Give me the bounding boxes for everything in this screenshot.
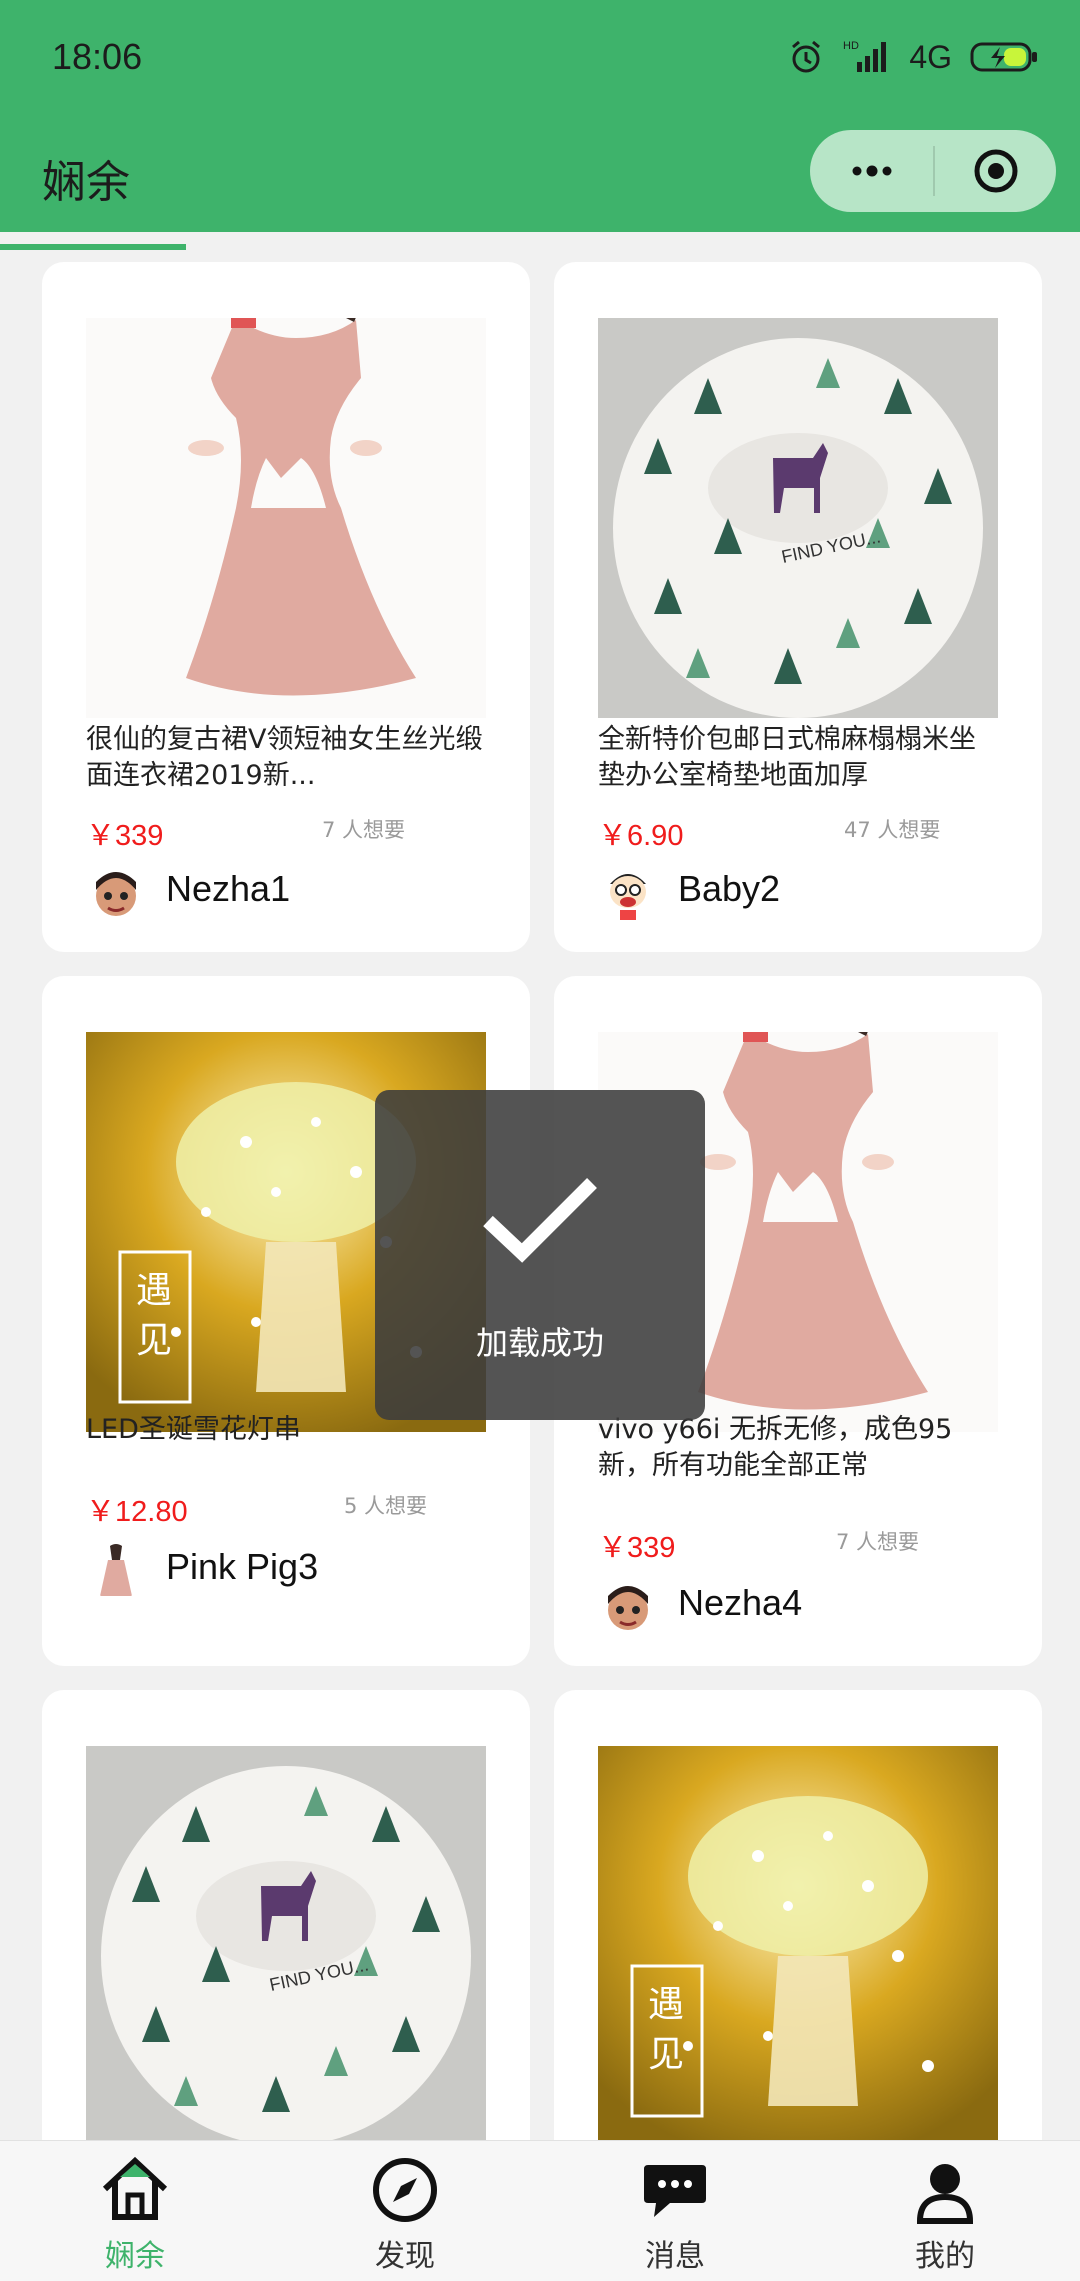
product-price: ￥6.90 [598, 820, 684, 852]
want-count: 47 人想要 [844, 818, 941, 842]
seller-avatar [86, 1540, 146, 1600]
tab-home[interactable]: 娴余 [0, 2141, 270, 2281]
want-count: 5 人想要 [344, 1494, 428, 1518]
want-count: 7 人想要 [322, 818, 406, 842]
product-image-tree-cushion[interactable]: FIND YOU... [86, 1746, 486, 2146]
alarm-icon [792, 40, 821, 73]
toast-message: 加载成功 [475, 1324, 604, 1362]
svg-text:遇: 遇 [136, 1270, 172, 1311]
product-price: ￥339 [86, 820, 164, 852]
tab-bar: 娴余 发现 消息 我的 [0, 2140, 1080, 2281]
product-image-snowflake-lights[interactable]: 遇见 [598, 1746, 998, 2146]
miniprogram-capsule [810, 130, 1056, 212]
svg-text:HD: HD [843, 40, 859, 52]
seller-avatar [86, 862, 146, 922]
svg-text:见: 见 [648, 2034, 684, 2075]
tab-label: 娴余 [105, 2239, 165, 2274]
tab-label: 消息 [645, 2239, 705, 2274]
seller-name: Nezha4 [678, 1582, 803, 1623]
close-target-icon[interactable] [972, 147, 1020, 195]
compass-icon [373, 2158, 437, 2222]
profile-icon [916, 2164, 974, 2224]
tab-messages[interactable]: 消息 [540, 2141, 810, 2281]
seller-avatar [598, 1576, 658, 1636]
status-bar: 18:06 HD 4G [0, 0, 1080, 120]
home-icon [102, 2156, 168, 2220]
product-price: ￥12.80 [86, 1496, 188, 1528]
svg-text:见: 见 [136, 1320, 172, 1361]
product-title: 全新特价包邮日式棉麻榻榻米坐垫办公室椅垫地面加厚 [598, 724, 976, 791]
seller-avatar [598, 862, 658, 922]
seller-name: Nezha1 [166, 868, 291, 909]
tab-label: 我的 [915, 2239, 975, 2274]
product-image-tree-cushion[interactable]: FIND YOU... [598, 318, 998, 718]
network-type: 4G [909, 38, 952, 75]
nav-bar: 娴余 [0, 120, 1080, 232]
tab-discover[interactable]: 发现 [270, 2141, 540, 2281]
product-card[interactable]: 很仙的复古裙V领短袖女生丝光缎面连衣裙2019新... ￥339 7 人想要 N… [42, 262, 530, 952]
seller-name: Baby2 [678, 868, 781, 909]
tab-profile[interactable]: 我的 [810, 2141, 1080, 2281]
status-icons: HD 4G [787, 32, 1040, 82]
signal-icon: HD [843, 40, 887, 72]
capsule-divider [933, 146, 935, 196]
product-price: ￥339 [598, 1532, 676, 1564]
want-count: 7 人想要 [836, 1530, 920, 1554]
svg-text:遇: 遇 [648, 1984, 684, 2025]
loading-progress [0, 244, 186, 250]
tab-label: 发现 [375, 2239, 435, 2274]
more-icon[interactable] [847, 147, 897, 195]
status-time: 18:06 [52, 36, 143, 77]
seller-name: Pink Pig3 [166, 1546, 319, 1587]
success-toast: 加载成功 [375, 1090, 705, 1420]
product-title: 很仙的复古裙V领短袖女生丝光缎面连衣裙2019新... [86, 724, 483, 791]
page-title: 娴余 [42, 157, 130, 208]
battery-icon [970, 42, 1037, 72]
product-image-pink-dress[interactable] [86, 318, 486, 718]
checkmark-icon [483, 1178, 597, 1263]
message-icon [644, 2165, 706, 2217]
product-title: vivo y66i 无拆无修，成色95新，所有功能全部正常 [598, 1414, 953, 1481]
product-card[interactable]: FIND YOU... 全新特价包邮日式棉麻榻榻米坐垫办公室椅垫地面加厚 ￥6.… [554, 262, 1042, 952]
